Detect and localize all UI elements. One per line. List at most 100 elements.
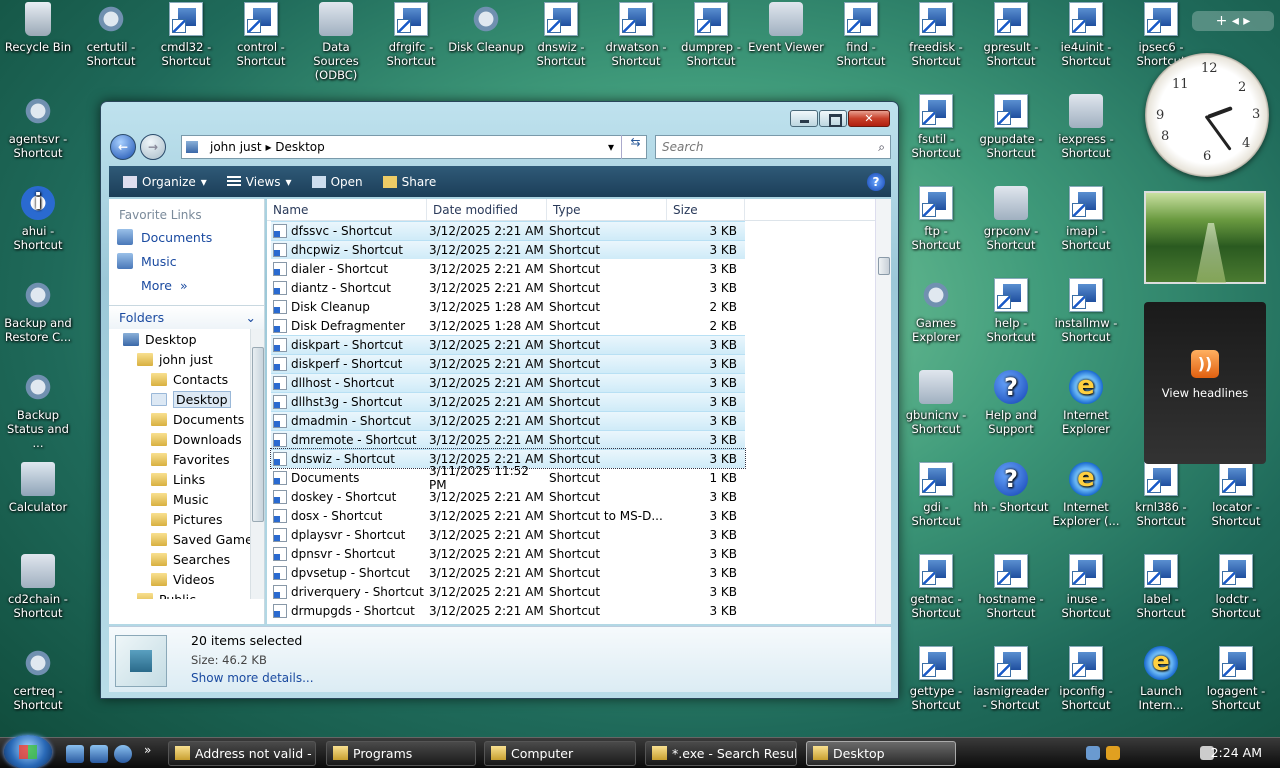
desktop-icon[interactable]: Backup and Restore C... — [0, 276, 76, 356]
col-name[interactable]: Name — [267, 199, 427, 220]
desktop-icon[interactable]: Disk Cleanup — [448, 0, 524, 80]
desktop-icon[interactable]: Calculator — [0, 460, 76, 540]
tree-node[interactable]: Favorites — [109, 449, 264, 469]
file-row[interactable]: dmadmin - Shortcut 3/12/2025 2:21 AM Short… — [271, 411, 745, 430]
clock-time[interactable]: 2:24 AM — [1211, 738, 1262, 768]
file-row[interactable]: diskperf - Shortcut 3/12/2025 2:21 AM Shor… — [271, 354, 745, 373]
taskbar-button[interactable]: Computer — [484, 741, 636, 766]
desktop-icon[interactable]: cmdl32 - Shortcut — [148, 0, 224, 80]
file-row[interactable]: dllhst3g - Shortcut 3/12/2025 2:21 AM Shor… — [271, 392, 745, 411]
desktop-icon[interactable]: freedisk - Shortcut — [898, 0, 974, 80]
maximize-button[interactable] — [819, 110, 847, 127]
desktop-icon[interactable]: control - Shortcut — [223, 0, 299, 80]
desktop-icon[interactable]: e Launch Intern... — [1123, 644, 1199, 724]
file-row[interactable]: dmremote - Shortcut 3/12/2025 2:21 AM Shor… — [271, 430, 745, 449]
folders-header[interactable]: Folders ⌄ — [109, 305, 264, 329]
desktop-icon[interactable]: gbunicnv - Shortcut — [898, 368, 974, 448]
feed-headlines-gadget[interactable]: )) View headlines — [1144, 302, 1266, 464]
explorer-window[interactable]: ← → john just ▸ Desktop ▾ ⇆ Search ⌕ Org… — [100, 101, 899, 699]
desktop-icon[interactable]: iexpress - Shortcut — [1048, 92, 1124, 172]
desktop-icon[interactable]: dfrgifc - Shortcut — [373, 0, 449, 80]
desktop-icon[interactable]: Backup Status and ... — [0, 368, 76, 450]
close-button[interactable] — [848, 110, 890, 127]
desktop-icon[interactable]: drwatson - Shortcut — [598, 0, 674, 80]
tree-node[interactable]: john just — [109, 349, 264, 369]
desktop-icon[interactable]: find - Shortcut — [823, 0, 899, 80]
show-more-details-link[interactable]: Show more details... — [191, 671, 314, 685]
desktop-icon[interactable]: fsutil - Shortcut — [898, 92, 974, 172]
desktop-icon[interactable]: help - Shortcut — [973, 276, 1049, 356]
security-shield-icon[interactable] — [1106, 746, 1120, 760]
clock-gadget[interactable]: 12 2 3 4 6 8 9 11 — [1145, 53, 1269, 177]
minimize-button[interactable] — [790, 110, 818, 127]
file-row[interactable]: doskey - Shortcut 3/12/2025 2:21 AM Shortc… — [271, 487, 745, 506]
help-icon[interactable]: ? — [867, 173, 885, 191]
file-row[interactable]: driverquery - Shortcut 3/12/2025 2:21 AM S… — [271, 582, 745, 601]
file-row[interactable]: Disk Defragmenter 3/12/2025 1:28 AM Shortc… — [271, 316, 745, 335]
network-icon[interactable] — [1086, 746, 1100, 760]
taskbar-button[interactable]: Programs — [326, 741, 476, 766]
desktop-icon[interactable]: ftp - Shortcut — [898, 184, 974, 264]
desktop-icon[interactable]: logagent - Shortcut — [1198, 644, 1274, 724]
desktop-icon[interactable]: locator - Shortcut — [1198, 460, 1274, 540]
desktop-icon[interactable]: ipconfig - Shortcut — [1048, 644, 1124, 724]
fav-documents[interactable]: Documents — [109, 225, 264, 249]
desktop-icon[interactable]: grpconv - Shortcut — [973, 184, 1049, 264]
list-scrollbar[interactable] — [875, 199, 891, 624]
file-row[interactable]: dfssvc - Shortcut 3/12/2025 2:21 AM Shortc… — [271, 221, 745, 240]
desktop-icon[interactable]: gettype - Shortcut — [898, 644, 974, 724]
breadcrumb-user[interactable]: john just — [210, 140, 262, 154]
desktop-icon[interactable]: Recycle Bin — [0, 0, 76, 80]
organize-menu[interactable]: Organize ▾ — [117, 175, 213, 189]
tree-node[interactable]: Videos — [109, 569, 264, 589]
file-row[interactable]: drmupgds - Shortcut 3/12/2025 2:21 AM Shor… — [271, 601, 745, 620]
file-row[interactable]: diskpart - Shortcut 3/12/2025 2:21 AM Shor… — [271, 335, 745, 354]
tree-node[interactable]: Searches — [109, 549, 264, 569]
tree-node[interactable]: Downloads — [109, 429, 264, 449]
views-menu[interactable]: Views ▾ — [221, 175, 298, 189]
desktop-icon[interactable]: imapi - Shortcut — [1048, 184, 1124, 264]
col-date-modified[interactable]: Date modified — [427, 199, 547, 220]
tree-node[interactable]: Contacts — [109, 369, 264, 389]
file-row[interactable]: Disk Cleanup 3/12/2025 1:28 AM Shortcut 2 K… — [271, 297, 745, 316]
desktop-icon[interactable]: e Internet Explorer (... — [1048, 460, 1124, 540]
tree-node[interactable]: Desktop — [109, 329, 264, 349]
desktop-icon[interactable]: ? Help and Support — [973, 368, 1049, 448]
file-row[interactable]: dhcpwiz - Shortcut 3/12/2025 2:21 AM Short… — [271, 240, 745, 259]
file-row[interactable]: diantz - Shortcut 3/12/2025 2:21 AM Shortc… — [271, 278, 745, 297]
desktop-icon[interactable]: cd2chain - Shortcut — [0, 552, 76, 632]
desktop-icon[interactable]: ? hh - Shortcut — [973, 460, 1049, 540]
file-row[interactable]: Documents 3/11/2025 11:52 PM Shortcut 1 KB — [271, 464, 745, 492]
desktop-icon[interactable]: gpresult - Shortcut — [973, 0, 1049, 80]
tree-node[interactable]: Pictures — [109, 509, 264, 529]
desktop-icon[interactable]: ie4uinit - Shortcut — [1048, 0, 1124, 80]
address-bar[interactable]: john just ▸ Desktop ▾ — [181, 135, 647, 159]
desktop-icon[interactable]: Data Sources (ODBC) — [298, 0, 374, 82]
breadcrumb-desktop[interactable]: Desktop — [275, 140, 325, 154]
desktop-icon[interactable]: dnswiz - Shortcut — [523, 0, 599, 80]
slideshow-gadget[interactable] — [1144, 191, 1266, 284]
show-desktop-icon[interactable] — [66, 745, 84, 763]
file-row[interactable]: dosx - Shortcut 3/12/2025 2:21 AM Shortcut… — [271, 506, 745, 525]
tree-node[interactable]: Saved Games — [109, 529, 264, 549]
fav-more[interactable]: More » — [109, 273, 264, 297]
desktop-icon[interactable]: Games Explorer — [898, 276, 974, 356]
file-row[interactable]: dpvsetup - Shortcut 3/12/2025 2:21 AM Shor… — [271, 563, 745, 582]
desktop-icon[interactable]: hostname - Shortcut — [973, 552, 1049, 632]
tree-node[interactable]: Links — [109, 469, 264, 489]
internet-explorer-icon[interactable] — [114, 745, 132, 763]
open-button[interactable]: Open — [306, 175, 369, 189]
more-quicklaunch-icon[interactable]: » — [144, 743, 151, 757]
tree-node[interactable]: Documents — [109, 409, 264, 429]
file-row[interactable]: dllhost - Shortcut 3/12/2025 2:21 AM Short… — [271, 373, 745, 392]
taskbar-button[interactable]: *.exe - Search Resul... — [645, 741, 797, 766]
start-button[interactable] — [4, 735, 52, 768]
share-button[interactable]: Share — [377, 175, 443, 189]
desktop-icon[interactable]: label - Shortcut — [1123, 552, 1199, 632]
desktop-icon[interactable]: agentsvr - Shortcut — [0, 92, 76, 172]
switch-windows-icon[interactable] — [90, 745, 108, 763]
tree-node[interactable]: Public — [109, 589, 264, 599]
desktop-icon[interactable]: i ahui - Shortcut — [0, 184, 76, 264]
desktop-icon[interactable]: gpupdate - Shortcut — [973, 92, 1049, 172]
desktop-icon[interactable]: lodctr - Shortcut — [1198, 552, 1274, 632]
